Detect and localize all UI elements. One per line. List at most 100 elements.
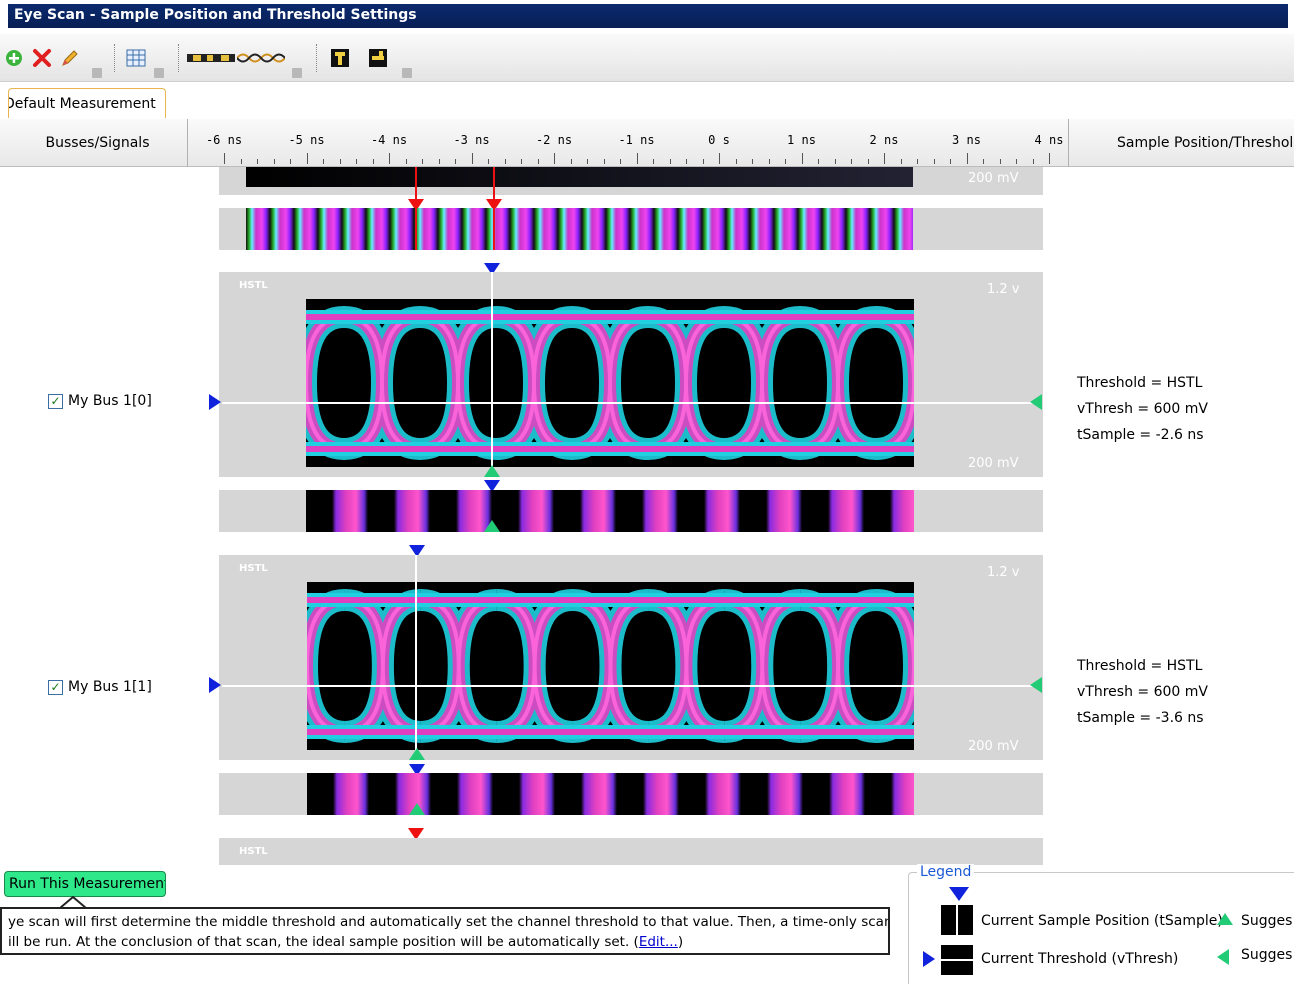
- sample-position-swatch: [941, 905, 973, 935]
- signal-checkbox[interactable]: ✓: [48, 679, 63, 695]
- threshold-text: Threshold = HSTL: [1077, 658, 1203, 674]
- eye-band-1: HSTL 1.2 v 200 mV: [219, 555, 1043, 760]
- ruler-tick: [372, 159, 374, 164]
- ruler-tick: [884, 153, 885, 164]
- time-tick-label: 2 ns: [869, 133, 899, 147]
- ruler-tick: [422, 159, 423, 164]
- signal-info-0: Threshold = HSTL vThresh = 600 mV tSampl…: [1077, 370, 1208, 448]
- ruler-tick: [389, 153, 390, 164]
- ruler-tick: [834, 159, 836, 164]
- ruler-tick: [752, 159, 753, 164]
- suggested-sample-marker-icon[interactable]: [484, 520, 500, 532]
- bus-waveform-icon[interactable]: [186, 46, 236, 70]
- time-tick-label: 3 ns: [952, 133, 981, 147]
- toolbar: [0, 34, 1294, 82]
- ruler-tick: [620, 159, 621, 164]
- plus-circle-icon[interactable]: [2, 46, 26, 70]
- ruler-tick: [455, 159, 456, 164]
- marker-line: [415, 167, 417, 203]
- signal-label: My Bus 1[0]: [68, 393, 152, 409]
- ruler-tick: [554, 153, 555, 164]
- signal-checkbox[interactable]: ✓: [48, 393, 63, 409]
- ruler-tick: [290, 159, 291, 164]
- table-icon[interactable]: [124, 46, 148, 70]
- ruler-tick: [1016, 159, 1017, 164]
- legend-label: Current Threshold (vThresh): [981, 951, 1179, 967]
- digital-waveform: [246, 208, 913, 250]
- marker-dropdown-icon[interactable]: [402, 68, 412, 78]
- time-ruler[interactable]: -6 ns -5 ns -4 ns -3 ns -2 ns -1 ns 0 s 1 ns 2 n…: [189, 119, 1067, 167]
- threshold-text: Threshold = HSTL: [1077, 375, 1203, 391]
- scale-bottom-label: 200 mV: [968, 456, 1019, 471]
- suggested-threshold-marker-icon[interactable]: [1030, 677, 1042, 693]
- ruler-tick: [356, 159, 357, 164]
- ruler-tick: [471, 153, 473, 164]
- eye-scan-window: Eye Scan - Sample Position and Threshold…: [0, 0, 1294, 984]
- time-tick-label: -2 ns: [535, 133, 573, 147]
- suggested-threshold-marker-icon[interactable]: [1030, 394, 1042, 410]
- suggested-sample-marker-icon[interactable]: [484, 465, 500, 477]
- pencil-icon[interactable]: [58, 46, 82, 70]
- view-dropdown-icon[interactable]: [292, 68, 302, 78]
- threshold-line[interactable]: [222, 402, 1040, 404]
- table-dropdown-icon[interactable]: [154, 68, 164, 78]
- ruler-tick: [570, 159, 572, 164]
- ruler-tick: [917, 159, 918, 164]
- title-bar: Eye Scan - Sample Position and Threshold…: [0, 0, 1294, 30]
- current-threshold-marker-icon[interactable]: [209, 394, 221, 410]
- ruler-tick: [488, 159, 489, 164]
- legend-label: Current Sample Position (tSample): [981, 913, 1223, 929]
- edit-dropdown-icon[interactable]: [92, 68, 102, 78]
- signal-row-1[interactable]: ✓ My Bus 1[1]: [48, 679, 152, 695]
- digital-waveform: [306, 490, 914, 532]
- ruler-tick: [950, 159, 951, 164]
- scale-bottom-label: 200 mV: [968, 171, 1019, 186]
- ruler-tick: [587, 159, 588, 164]
- digital-waveform: [307, 773, 914, 815]
- description-line-2: ill be run. At the conclusion of that sc…: [8, 932, 888, 952]
- suggested-sample-marker-icon[interactable]: [409, 748, 425, 760]
- marker-line: [493, 167, 495, 203]
- ruler-tick: [1032, 159, 1034, 164]
- ruler-tick: [900, 159, 902, 164]
- ruler-tick: [851, 159, 852, 164]
- standard-tag: HSTL: [239, 846, 268, 857]
- run-measurement-button[interactable]: Run This Measurement: [4, 871, 166, 897]
- signal-row-0[interactable]: ✓ My Bus 1[0]: [48, 393, 152, 409]
- digital-band: [219, 773, 1043, 815]
- current-threshold-marker-icon[interactable]: [209, 677, 221, 693]
- sample-position-line[interactable]: [415, 555, 417, 760]
- legend-label: Sugges: [1241, 947, 1293, 963]
- red-x-icon[interactable]: [30, 46, 54, 70]
- digital-band: [219, 208, 1043, 250]
- toolbar-separator: [114, 44, 116, 72]
- marker-line: [415, 208, 417, 250]
- scale-top-label: 1.2 v: [987, 282, 1020, 297]
- ruler-tick: [735, 159, 737, 164]
- ruler-tick: [273, 159, 275, 164]
- ruler-tick: [999, 159, 1001, 164]
- sample-position-line[interactable]: [491, 272, 493, 477]
- edit-link[interactable]: Edit...: [639, 934, 678, 950]
- suggested-sample-marker-icon[interactable]: [409, 803, 425, 815]
- ruler-tick: [669, 159, 671, 164]
- signal-info-1: Threshold = HSTL vThresh = 600 mV tSampl…: [1077, 653, 1208, 731]
- eye-diagram-icon[interactable]: [236, 46, 286, 70]
- grid-header: Busses/Signals -6 ns -5 ns -4 ns -3 ns -2 ns…: [0, 119, 1294, 167]
- measurement-description: ye scan will first determine the middle …: [0, 907, 890, 955]
- description-text: ill be run. At the conclusion of that sc…: [8, 934, 639, 950]
- threshold-marker-icon[interactable]: [366, 46, 390, 70]
- ruler-tick: [636, 153, 638, 164]
- sample-position-header[interactable]: Sample Position/Threshold: [1068, 119, 1294, 167]
- time-tick-label: -4 ns: [370, 133, 408, 147]
- waveform-area: 200 mV HSTL 1.2 v 200 mV ✓ My Bus 1[0] T…: [0, 167, 1294, 865]
- busses-signals-header[interactable]: Busses/Signals: [8, 119, 188, 167]
- sample-marker-icon[interactable]: [328, 46, 352, 70]
- description-line-1: ye scan will first determine the middle …: [8, 914, 890, 930]
- window-title: Eye Scan - Sample Position and Threshold…: [8, 4, 1288, 28]
- legend-box: Legend Current Sample Position (tSample)…: [908, 864, 1294, 984]
- tab-default-measurement[interactable]: Default Measurement: [8, 88, 166, 118]
- threshold-line[interactable]: [222, 685, 1040, 687]
- time-tick-label: -3 ns: [453, 133, 490, 147]
- ruler-tick: [521, 159, 522, 164]
